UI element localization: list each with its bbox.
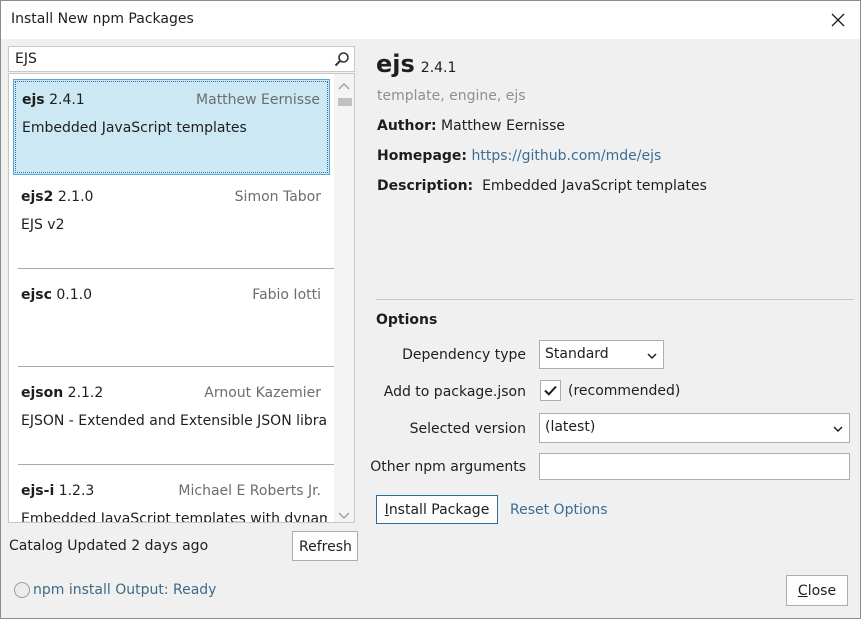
window-title: Install New npm Packages [11, 11, 194, 27]
install-package-button[interactable]: Install Package [376, 495, 498, 524]
recommended-note: (recommended) [568, 383, 681, 399]
refresh-button[interactable]: Refresh [292, 531, 358, 561]
package-name-version: ejsc 0.1.0 [21, 287, 93, 303]
list-divider [18, 366, 336, 367]
list-item[interactable]: ejs 2.4.1 Matthew Eernisse Embedded Java… [13, 79, 330, 175]
status-indicator-icon [14, 582, 30, 598]
other-npm-arguments-label: Other npm arguments [370, 459, 526, 475]
list-item[interactable]: ejsc 0.1.0 Fabio Iotti [13, 275, 330, 371]
dependency-type-label: Dependency type [402, 347, 526, 363]
scrollbar-thumb[interactable] [338, 98, 352, 106]
package-description: Embedded JavaScript templates with dynam… [21, 511, 327, 523]
homepage-link[interactable]: https://github.com/mde/ejs [471, 148, 661, 164]
reset-options-link[interactable]: Reset Options [510, 502, 608, 518]
package-author: Fabio Iotti [252, 287, 321, 303]
list-divider [18, 268, 336, 269]
search-input[interactable] [9, 47, 339, 71]
package-author: Simon Tabor [234, 189, 321, 205]
checkmark-icon [544, 385, 557, 396]
add-to-package-checkbox[interactable] [540, 380, 561, 401]
package-keywords: template, engine, ejs [377, 88, 526, 104]
options-heading: Options [376, 312, 438, 328]
package-list: ejs 2.4.1 Matthew Eernisse Embedded Java… [8, 73, 355, 523]
description-label: Description: [377, 178, 474, 194]
list-divider [18, 464, 336, 465]
package-name-version: ejs-i 1.2.3 [21, 483, 95, 499]
search-icon[interactable] [334, 51, 350, 67]
list-item[interactable]: ejson 2.1.2 Arnout Kazemier EJSON - Exte… [13, 373, 330, 469]
package-name-version: ejson 2.1.2 [21, 385, 104, 401]
author-row: Author: Matthew Eernisse [377, 118, 565, 134]
package-author: Arnout Kazemier [204, 385, 321, 401]
list-item[interactable]: ejs-i 1.2.3 Michael E Roberts Jr. Embedd… [13, 471, 330, 523]
list-item[interactable]: ejs2 2.1.0 Simon Tabor EJS v2 [13, 177, 330, 273]
scroll-up-icon[interactable] [338, 80, 350, 90]
detail-package-version: 2.4.1 [420, 60, 457, 76]
package-description: EJSON - Extended and Extensible JSON lib… [21, 413, 327, 429]
scroll-down-icon[interactable] [338, 508, 350, 519]
options-divider [376, 299, 854, 300]
homepage-row: Homepage: https://github.com/mde/ejs [377, 148, 661, 164]
chevron-down-icon [647, 349, 657, 360]
package-title: ejs 2.4.1 [376, 50, 456, 78]
selected-version-value: (latest) [545, 419, 596, 435]
title-bar: Install New npm Packages [1, 1, 860, 39]
selected-version-label: Selected version [409, 421, 526, 437]
dependency-type-select[interactable]: Standard [539, 340, 664, 369]
package-description: EJS v2 [21, 217, 65, 233]
npm-output-status-text: npm install Output: Ready [33, 582, 217, 598]
chevron-down-icon [833, 422, 843, 433]
selected-version-select[interactable]: (latest) [539, 413, 850, 443]
other-npm-arguments-input[interactable] [539, 453, 850, 480]
list-scrollbar[interactable] [334, 74, 354, 522]
author-label: Author: [377, 118, 437, 134]
add-to-package-label: Add to package.json [383, 384, 526, 400]
package-description: Embedded JavaScript templates [22, 120, 247, 136]
homepage-label: Homepage: [377, 148, 468, 164]
package-search-box [8, 46, 355, 72]
detail-package-name: ejs [376, 50, 415, 78]
close-window-icon[interactable] [828, 10, 848, 30]
install-npm-packages-dialog: Install New npm Packages ejs 2.4.1 Matth… [0, 0, 861, 619]
dependency-type-value: Standard [545, 346, 609, 362]
author-value: Matthew Eernisse [441, 118, 566, 134]
close-button[interactable]: Close [786, 575, 848, 606]
package-name-version: ejs 2.4.1 [22, 92, 85, 108]
catalog-status: Catalog Updated 2 days ago [9, 538, 209, 554]
package-name-version: ejs2 2.1.0 [21, 189, 94, 205]
package-author: Matthew Eernisse [196, 92, 320, 108]
package-author: Michael E Roberts Jr. [178, 483, 321, 499]
description-value: Embedded JavaScript templates [482, 178, 707, 194]
description-row: Description: Embedded JavaScript templat… [377, 178, 707, 194]
